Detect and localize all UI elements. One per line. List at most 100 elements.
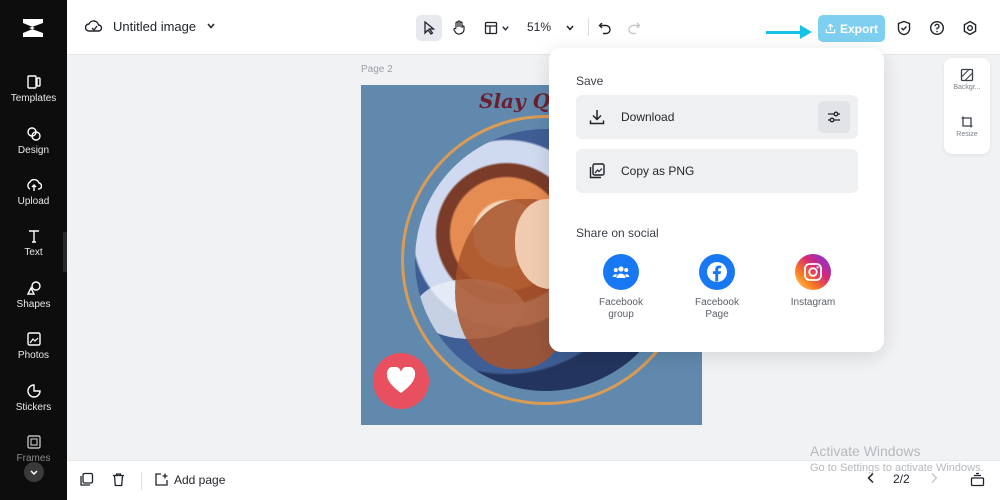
- chevron-down-icon: [502, 25, 509, 31]
- photos-icon: [26, 332, 41, 346]
- social-label-line1: Facebook: [599, 297, 643, 308]
- share-heading: Share on social: [576, 226, 659, 240]
- sidebar-item-label: Shapes: [16, 299, 51, 310]
- annotation-arrow-line: [766, 31, 802, 34]
- document-title-text: Untitled image: [113, 18, 197, 34]
- upload-icon: [26, 178, 42, 191]
- copy-as-png-label: Copy as PNG: [621, 164, 695, 178]
- shield-check-icon: [897, 20, 911, 36]
- sidebar-item-templates[interactable]: Templates: [0, 74, 67, 118]
- chevron-down-icon: [207, 23, 215, 29]
- pointer-icon: [424, 21, 436, 35]
- document-title[interactable]: Untitled image: [85, 18, 216, 34]
- annotation-arrow-head: [800, 25, 812, 39]
- sidebar-item-upload[interactable]: Upload: [0, 177, 67, 221]
- sidebar-item-label: Stickers: [15, 402, 52, 413]
- chevron-down-icon: [566, 25, 574, 31]
- help-button[interactable]: [926, 15, 948, 41]
- shield-button[interactable]: [893, 15, 915, 41]
- layout-icon: [484, 21, 498, 35]
- page-manager-button[interactable]: [970, 472, 985, 487]
- toolbar-divider: [588, 18, 589, 36]
- sidebar-item-photos[interactable]: Photos: [0, 331, 67, 375]
- top-toolbar: Untitled image 51% Export: [67, 0, 1000, 55]
- sidebar-item-label: Photos: [17, 350, 50, 361]
- save-heading: Save: [576, 74, 604, 88]
- zoom-level[interactable]: 51%: [527, 20, 551, 34]
- design-title-text[interactable]: Slay Q: [479, 89, 550, 113]
- layout-menu-button[interactable]: [481, 15, 513, 41]
- facebook-icon: [699, 254, 735, 290]
- social-label-line1: Facebook: [695, 297, 739, 308]
- share-instagram[interactable]: Instagram: [778, 254, 848, 309]
- resize-icon: [961, 116, 973, 128]
- resize-button[interactable]: Resize: [944, 115, 990, 138]
- page-tools-panel: Backgr... Resize: [944, 58, 990, 154]
- undo-button[interactable]: [594, 15, 616, 41]
- download-settings-button[interactable]: [818, 101, 850, 133]
- sidebar-item-label: Design: [17, 145, 50, 156]
- undo-icon: [598, 22, 611, 35]
- share-facebook-page[interactable]: Facebook Page: [682, 254, 752, 321]
- social-label-line2: group: [608, 309, 634, 320]
- redo-button[interactable]: [623, 15, 645, 41]
- heart-sticker[interactable]: [373, 353, 429, 409]
- sidebar-item-label: Upload: [17, 196, 50, 207]
- download-icon: [589, 110, 605, 125]
- capcut-logo[interactable]: [20, 16, 46, 40]
- download-label: Download: [621, 110, 675, 124]
- sidebar-item-design[interactable]: Design: [0, 126, 67, 170]
- sidebar-item-stickers[interactable]: Stickers: [0, 383, 67, 427]
- share-facebook-group[interactable]: Facebook group: [586, 254, 656, 321]
- heart-icon: [386, 367, 416, 393]
- sidebar-item-label: Text: [24, 247, 43, 258]
- stickers-icon: [26, 384, 41, 398]
- add-page-icon: [155, 473, 168, 486]
- redo-icon: [628, 22, 641, 35]
- gear-icon: [963, 20, 977, 36]
- page-label: Page 2: [361, 64, 393, 75]
- instagram-icon: [795, 254, 831, 290]
- delete-page-button[interactable]: [111, 472, 126, 487]
- settings-button[interactable]: [959, 15, 981, 41]
- sidebar-item-text[interactable]: Text: [0, 228, 67, 272]
- pages-icon: [970, 472, 985, 487]
- left-sidebar: Templates Design Upload Text Shapes Phot…: [0, 0, 67, 500]
- watermark-line1: Activate Windows: [810, 443, 921, 459]
- collapse-sidebar-button[interactable]: [24, 462, 44, 482]
- resize-label: Resize: [956, 131, 978, 138]
- background-label: Backgr...: [953, 84, 981, 91]
- watermark-line2: Go to Settings to activate Windows.: [810, 462, 984, 474]
- export-panel: Save Download Copy as PNG Share on socia…: [549, 48, 884, 352]
- background-icon: [960, 68, 974, 82]
- duplicate-page-button[interactable]: [79, 472, 94, 487]
- copy-as-png-option[interactable]: Copy as PNG: [576, 149, 858, 193]
- sliders-icon: [828, 111, 840, 123]
- templates-icon: [26, 75, 41, 89]
- facebook-group-icon: [603, 254, 639, 290]
- shapes-icon: [26, 281, 41, 295]
- cloud-sync-icon: [85, 20, 103, 32]
- chevron-down-icon: [30, 470, 38, 476]
- social-label-line2: Page: [705, 309, 729, 320]
- select-tool-button[interactable]: [416, 15, 442, 41]
- background-button[interactable]: Backgr...: [944, 68, 990, 91]
- sidebar-item-label: Templates: [10, 93, 57, 104]
- duplicate-icon: [80, 472, 94, 486]
- export-button[interactable]: Export: [818, 15, 885, 42]
- add-page-button[interactable]: Add page: [154, 472, 225, 487]
- copy-image-icon: [589, 163, 605, 179]
- sidebar-item-shapes[interactable]: Shapes: [0, 280, 67, 324]
- frames-icon: [26, 435, 41, 449]
- activate-windows-watermark: Activate Windows Go to Settings to activ…: [810, 443, 984, 474]
- zoom-dropdown-button[interactable]: [560, 15, 580, 41]
- trash-icon: [113, 473, 124, 487]
- design-icon: [26, 127, 41, 141]
- hand-icon: [453, 20, 465, 35]
- hand-tool-button[interactable]: [446, 15, 472, 41]
- social-label-line1: Instagram: [790, 297, 836, 308]
- export-button-label: Export: [839, 21, 878, 36]
- text-icon: [28, 230, 39, 243]
- download-option[interactable]: Download: [576, 95, 858, 139]
- help-icon: [929, 20, 945, 36]
